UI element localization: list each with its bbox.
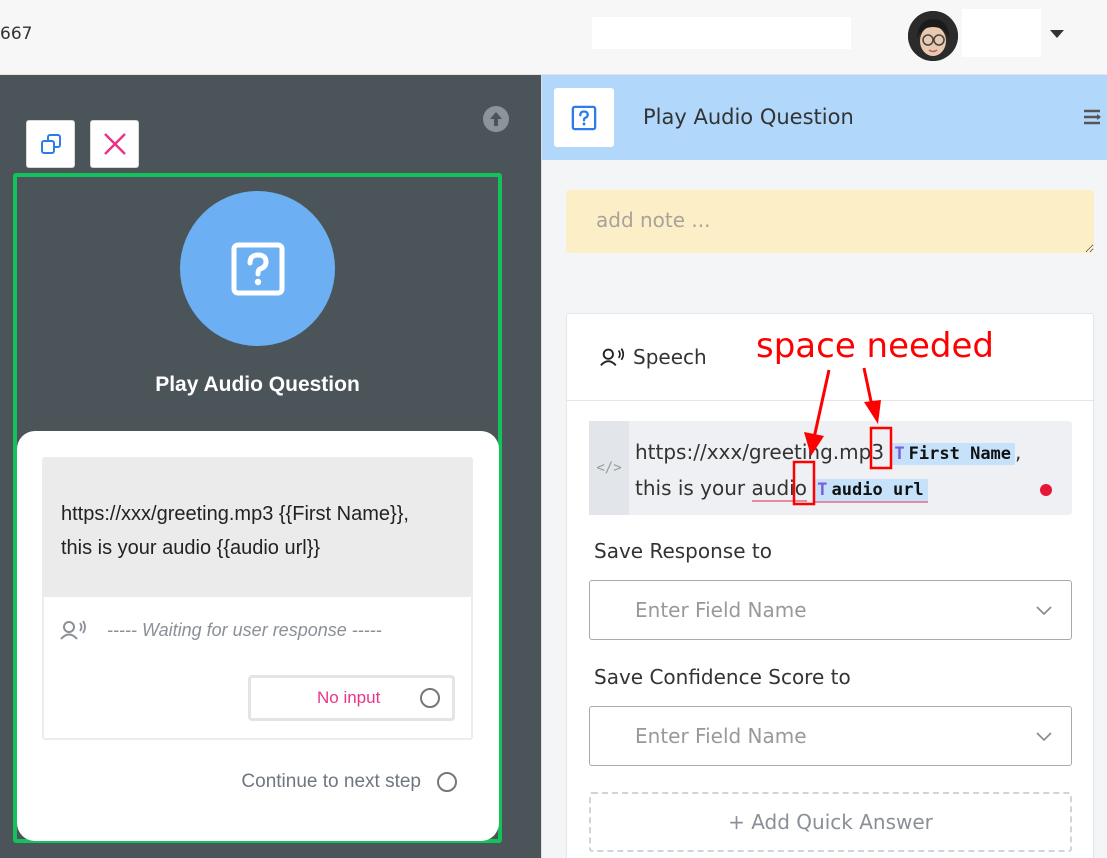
panel-title: Play Audio Question xyxy=(643,105,854,129)
top-bar-text: 667 xyxy=(0,24,33,44)
editor-squiggle-word: audio xyxy=(751,476,807,502)
speech-card: Speech </> https://xxx/greeting.mp3 T Fir… xyxy=(566,313,1094,858)
chevron-down-icon xyxy=(1036,732,1052,742)
panel-header: Play Audio Question xyxy=(542,75,1107,160)
variable-chip-audio-url[interactable]: Taudio url xyxy=(813,479,928,503)
waiting-text: ----- Waiting for user response ----- xyxy=(107,619,382,640)
user-avatar-icon[interactable] xyxy=(908,11,958,61)
note-field[interactable] xyxy=(566,190,1094,253)
save-response-placeholder: Enter Field Name xyxy=(635,598,807,622)
waiting-row: ----- Waiting for user response ----- xyxy=(59,619,382,641)
delete-button[interactable] xyxy=(90,120,139,168)
panel-node-icon xyxy=(554,88,614,147)
annotation-text: space needed xyxy=(756,326,995,366)
no-input-label: No input xyxy=(317,688,381,707)
note-input[interactable] xyxy=(566,190,1094,253)
node-card: https://xxx/greeting.mp3 {{First Name}},… xyxy=(17,431,499,841)
redacted-search-box[interactable] xyxy=(592,17,851,49)
code-icon[interactable]: </> xyxy=(589,421,629,515)
question-icon xyxy=(571,105,597,130)
variable-chip-first-name[interactable]: T First Name xyxy=(890,443,1016,465)
speech-icon xyxy=(60,620,86,640)
speech-icon xyxy=(600,348,625,367)
arrow-up-circle-icon[interactable] xyxy=(482,105,510,133)
no-input-radio[interactable] xyxy=(420,688,440,708)
message-line-1: https://xxx/greeting.mp3 {{First Name}}, xyxy=(61,503,409,525)
no-input-option[interactable]: No input xyxy=(248,675,455,721)
editor-comma: , xyxy=(1015,440,1022,464)
save-confidence-placeholder: Enter Field Name xyxy=(635,724,807,748)
continue-label: Continue to next step xyxy=(241,771,421,792)
redacted-user-name[interactable] xyxy=(962,9,1041,57)
message-text: https://xxx/greeting.mp3 {{First Name}},… xyxy=(44,459,471,597)
text-variable-icon: T xyxy=(817,480,828,500)
menu-collapse-icon[interactable] xyxy=(1084,109,1102,125)
node-title: Play Audio Question xyxy=(155,373,360,396)
text-variable-icon: T xyxy=(894,444,905,464)
caret-down-icon[interactable] xyxy=(1050,30,1064,38)
message-box: https://xxx/greeting.mp3 {{First Name}},… xyxy=(42,457,473,740)
recording-indicator xyxy=(1040,484,1052,496)
save-confidence-label: Save Confidence Score to xyxy=(594,665,851,689)
node-icon-circle xyxy=(180,191,335,346)
add-quick-answer-button[interactable]: + Add Quick Answer xyxy=(589,792,1072,852)
save-response-label: Save Response to xyxy=(594,539,772,563)
copy-icon xyxy=(40,134,61,154)
save-response-select[interactable]: Enter Field Name xyxy=(589,580,1072,640)
speech-editor[interactable]: </> https://xxx/greeting.mp3 T First Name… xyxy=(589,421,1072,515)
top-bar: 667 xyxy=(0,0,1107,75)
properties-panel: Play Audio Question Speech </> https://x… xyxy=(541,75,1107,858)
question-icon xyxy=(231,242,284,295)
speech-tab-label: Speech xyxy=(633,345,707,369)
save-confidence-select[interactable]: Enter Field Name xyxy=(589,706,1072,766)
continue-radio[interactable] xyxy=(437,772,457,792)
copy-button[interactable] xyxy=(26,120,75,168)
message-line-2: this is your audio {{audio url}} xyxy=(61,537,321,559)
editor-content[interactable]: https://xxx/greeting.mp3 T First Name, th… xyxy=(635,435,1055,507)
chevron-down-icon xyxy=(1036,606,1052,616)
close-icon xyxy=(103,133,126,155)
editor-text-url: https://xxx/greeting.mp3 xyxy=(635,440,885,464)
flow-canvas: Play Audio Question https://xxx/greeting… xyxy=(0,75,541,858)
editor-text-mid: this is your xyxy=(635,476,746,500)
continue-option[interactable]: Continue to next step xyxy=(241,771,457,793)
